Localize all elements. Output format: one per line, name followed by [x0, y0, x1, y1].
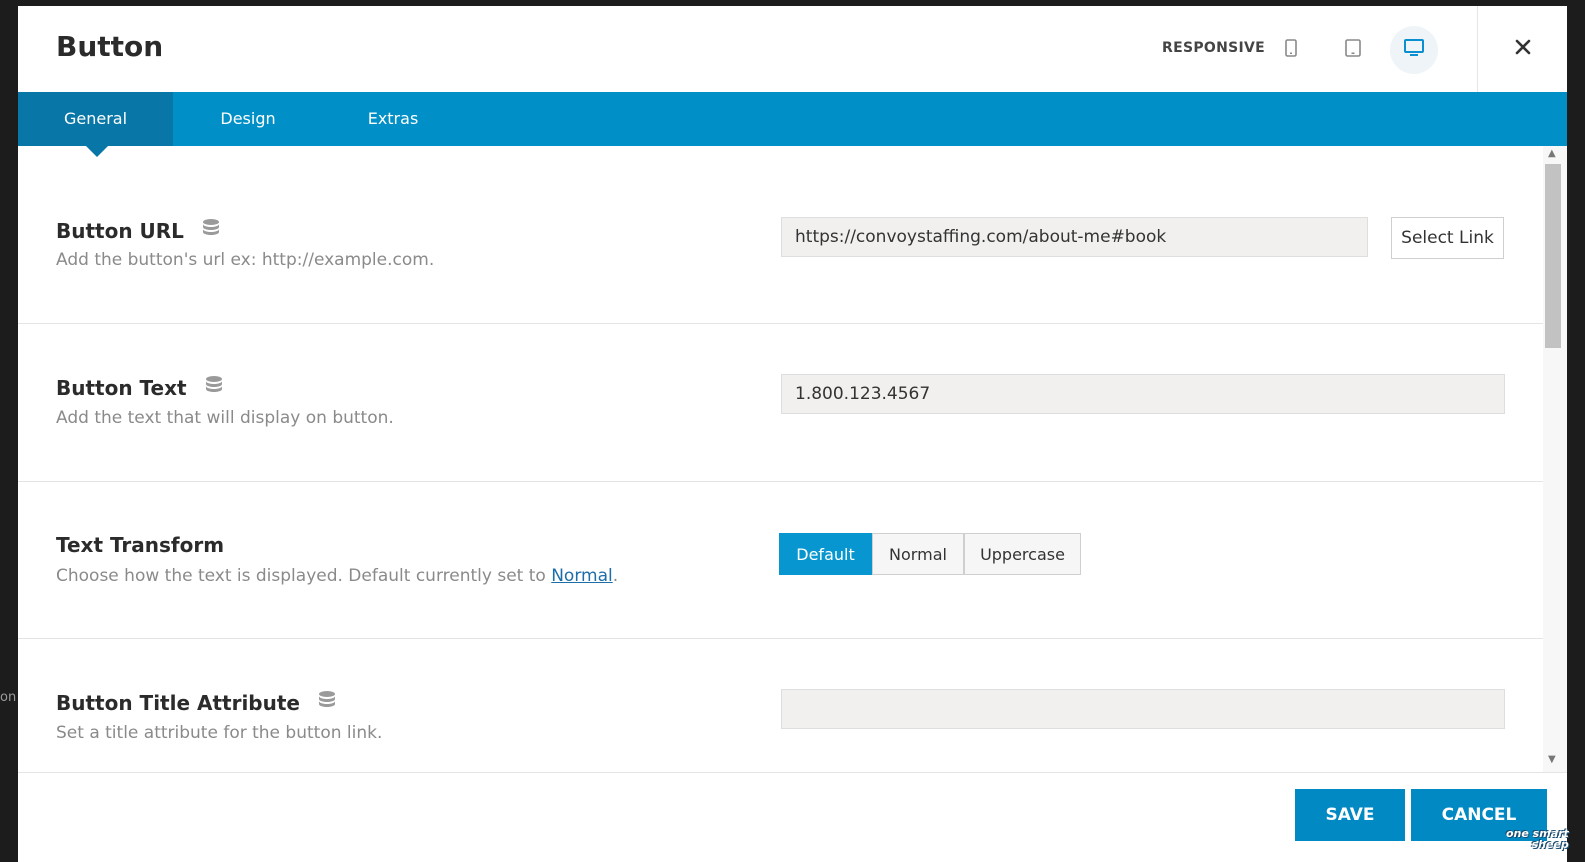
database-icon[interactable] — [318, 690, 336, 715]
desktop-view-button[interactable] — [1390, 26, 1438, 74]
text-description: Add the text that will display on button… — [56, 408, 394, 428]
transform-default-button[interactable]: Default — [779, 533, 872, 575]
dialog-title: Button — [56, 30, 164, 63]
watermark-logo: one smart sheep — [1506, 828, 1569, 850]
normal-link[interactable]: Normal — [551, 566, 613, 586]
setting-row-url: Button URL Add the button's url ex: http… — [18, 146, 1543, 324]
tab-design[interactable]: Design — [173, 92, 323, 146]
transform-description-suffix: . — [612, 566, 619, 586]
transform-description-text: Choose how the text is displayed. Defaul… — [56, 566, 552, 586]
save-button[interactable]: SAVE — [1295, 789, 1405, 841]
vertical-scrollbar[interactable]: ▲ ▼ — [1543, 146, 1567, 772]
watermark-line-2: sheep — [1531, 838, 1569, 851]
tablet-view-button[interactable] — [1329, 26, 1377, 74]
transform-label-text: Text Transform — [56, 533, 225, 557]
text-label-group: Button Text — [56, 375, 223, 400]
tab-extras[interactable]: Extras — [323, 92, 463, 146]
tablet-icon — [1345, 39, 1361, 61]
transform-label: Text Transform — [56, 533, 224, 557]
setting-row-text: Button Text Add the text that will displ… — [18, 324, 1543, 482]
close-icon — [1515, 39, 1531, 59]
transform-description: Choose how the text is displayed. Defaul… — [56, 566, 618, 586]
dialog-header: Button RESPONSIVE — [18, 6, 1567, 92]
url-label-group: Button URL — [56, 218, 220, 243]
responsive-label: RESPONSIVE — [1162, 40, 1265, 56]
database-icon[interactable] — [205, 375, 223, 400]
transform-uppercase-button[interactable]: Uppercase — [964, 533, 1081, 575]
url-input[interactable]: https://convoystaffing.com/about-me#book — [781, 217, 1368, 257]
setting-row-title-attr: Button Title Attribute Set a title attri… — [18, 639, 1543, 772]
button-settings-dialog: Button RESPONSIVE General Design Extras — [18, 6, 1567, 862]
active-tab-indicator — [86, 146, 108, 157]
title-attr-label-group: Button Title Attribute — [56, 690, 336, 715]
select-link-button[interactable]: Select Link — [1391, 217, 1504, 259]
button-text-input[interactable]: 1.800.123.4567 — [781, 374, 1505, 414]
phone-view-button[interactable] — [1267, 26, 1315, 74]
title-attr-label: Button Title Attribute — [56, 690, 300, 715]
background-text-fragment: on — [0, 690, 17, 705]
tab-general[interactable]: General — [18, 92, 173, 146]
database-icon[interactable] — [202, 218, 220, 243]
close-button[interactable] — [1477, 6, 1567, 92]
phone-icon — [1285, 39, 1297, 61]
dialog-footer: SAVE CANCEL — [18, 772, 1567, 862]
title-attr-description: Set a title attribute for the button lin… — [56, 723, 383, 743]
transform-normal-button[interactable]: Normal — [872, 533, 964, 575]
settings-panel: Button URL Add the button's url ex: http… — [18, 146, 1543, 772]
url-description: Add the button's url ex: http://example.… — [56, 250, 435, 270]
tab-bar: General Design Extras — [18, 92, 1567, 146]
title-attr-input[interactable] — [781, 689, 1505, 729]
text-label: Button Text — [56, 375, 187, 400]
url-label: Button URL — [56, 218, 184, 243]
scroll-down-arrow-icon[interactable]: ▼ — [1548, 754, 1556, 765]
scroll-up-arrow-icon[interactable]: ▲ — [1548, 148, 1556, 159]
desktop-icon — [1404, 39, 1424, 61]
scrollbar-thumb[interactable] — [1545, 164, 1561, 348]
text-transform-segmented: Default Normal Uppercase — [779, 533, 1081, 575]
